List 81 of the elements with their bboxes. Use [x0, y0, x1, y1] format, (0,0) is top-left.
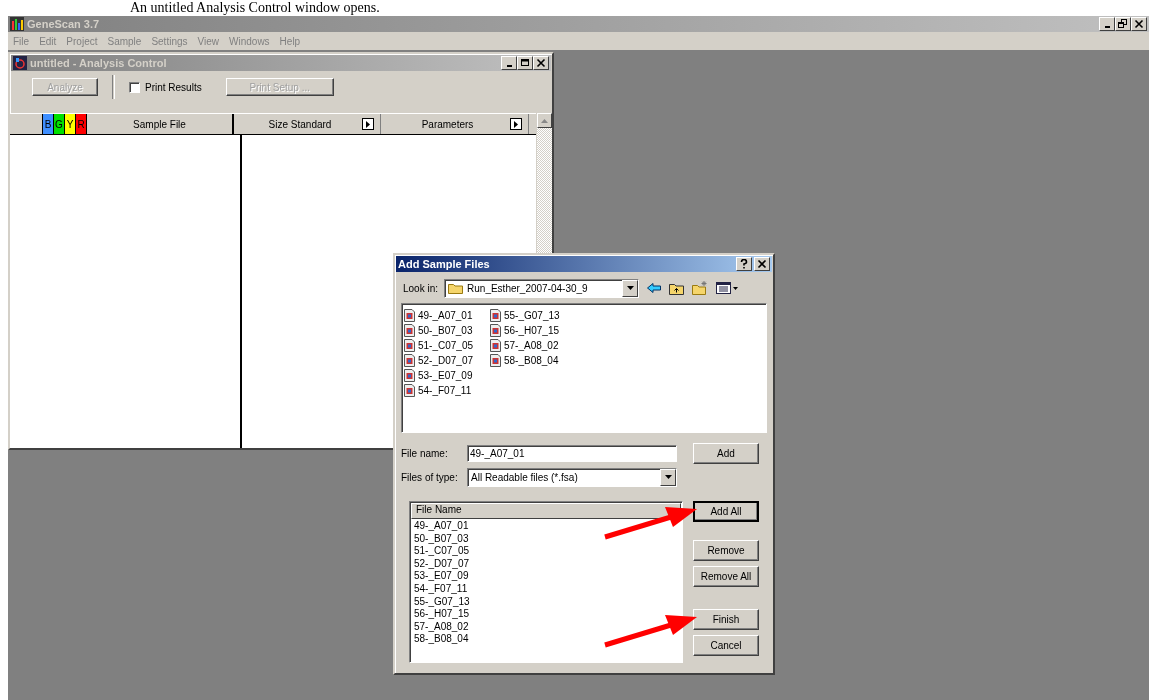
up-triangle-icon	[541, 118, 548, 123]
sample-file-entry[interactable]: 58-_B08_04	[490, 353, 576, 368]
document-icon	[404, 324, 415, 337]
document-icon	[490, 324, 501, 337]
field-label: File name:	[401, 447, 449, 459]
close-icon	[1134, 19, 1144, 29]
window-title: untitled - Analysis Control	[30, 57, 167, 69]
print-results-checkbox[interactable]: Print Results	[129, 81, 202, 93]
folder-icon	[448, 282, 464, 294]
up-folder-icon	[669, 281, 685, 295]
sample-file-entry[interactable]: 55-_G07_13	[490, 308, 576, 323]
list-item[interactable]: 49-_A07_01	[410, 520, 469, 533]
document-icon	[404, 384, 415, 397]
app-icon	[10, 17, 24, 31]
scroll-up-button[interactable]	[537, 113, 552, 128]
restore-icon	[1118, 19, 1128, 29]
dye-label: R	[76, 114, 87, 134]
dialog-button[interactable]: Add All	[693, 501, 759, 522]
document-icon	[404, 339, 415, 352]
minimize-icon	[506, 65, 512, 67]
dialog-button[interactable]: Remove All	[693, 566, 759, 587]
right-triangle-icon	[365, 120, 371, 128]
folder-dropdown[interactable]: Run_Esther_2007-04-30_9	[444, 278, 640, 298]
window-title: Add Sample Files	[398, 258, 490, 270]
field-label: Files of type:	[401, 471, 459, 483]
close-button[interactable]	[754, 257, 770, 271]
column-menu-button[interactable]	[510, 118, 522, 130]
file-type-dropdown[interactable]: All Readable files (*.fsa)	[467, 467, 677, 487]
minimize-button[interactable]	[1099, 17, 1115, 31]
list-item[interactable]: 50-_B07_03	[410, 532, 469, 546]
list-item[interactable]: 52-_D07_07	[410, 557, 470, 571]
sample-file-entry[interactable]: 51-_C07_05	[404, 338, 490, 353]
list-item[interactable]: 56-_H07_15	[410, 608, 470, 621]
document-icon	[404, 309, 415, 322]
close-icon	[757, 259, 767, 269]
list-item[interactable]: 58-_B08_04	[410, 633, 469, 646]
dye-label: Y	[65, 114, 76, 134]
maximize-icon	[520, 58, 530, 68]
list-item[interactable]: 53-_E07_09	[410, 570, 469, 583]
restore-button[interactable]	[1115, 17, 1131, 31]
dye-label: G	[54, 114, 65, 134]
close-button[interactable]	[1131, 17, 1147, 31]
list-item[interactable]: 51-_C07_05	[410, 545, 470, 558]
dye-label: B	[43, 114, 54, 134]
sample-file-entry[interactable]: 54-_F07_11	[404, 383, 490, 398]
window-icon	[13, 56, 27, 70]
column-menu-button[interactable]	[362, 118, 374, 130]
dialog-button[interactable]: Finish	[693, 609, 759, 630]
sample-file-entry[interactable]: 53-_E07_09	[404, 368, 490, 383]
help-button[interactable]	[736, 257, 752, 271]
document-icon	[490, 339, 501, 352]
add-button[interactable]: Add	[693, 442, 759, 464]
document-icon	[404, 369, 415, 382]
column-header[interactable]: Size Standard	[268, 118, 332, 130]
file-name-field[interactable]: 49-_A07_01	[467, 444, 677, 462]
column-header[interactable]: File Name	[411, 503, 681, 519]
window-title: GeneScan 3.7	[27, 18, 100, 30]
caption-text: An untitled Analysis Control window opens.	[129, 0, 381, 16]
back-arrow-icon	[647, 283, 662, 293]
document-icon	[404, 354, 415, 367]
field-label: Look in:	[403, 282, 439, 294]
sample-file-entry[interactable]: 57-_A08_02	[490, 338, 576, 353]
view-menu-icon	[716, 282, 739, 294]
document-icon	[490, 309, 501, 322]
column-header[interactable]: Sample File	[133, 118, 186, 130]
sample-file-entry[interactable]: 52-_D07_07	[404, 353, 490, 368]
sample-file-entry[interactable]: 56-_H07_15	[490, 323, 576, 338]
right-triangle-icon	[513, 120, 519, 128]
help-icon	[739, 259, 749, 269]
list-item[interactable]: 54-_F07_11	[410, 582, 468, 596]
sample-file-entry[interactable]: 50-_B07_03	[404, 323, 490, 338]
new-folder-icon	[692, 281, 709, 295]
dialog-button[interactable]: Cancel	[693, 635, 759, 656]
list-item[interactable]: 57-_A08_02	[410, 620, 469, 634]
document-icon	[490, 354, 501, 367]
column-header[interactable]: Parameters	[421, 118, 474, 130]
list-item[interactable]: 55-_G07_13	[410, 595, 470, 609]
close-icon	[536, 58, 546, 68]
sample-file-entry[interactable]: 49-_A07_01	[404, 308, 490, 323]
minimize-icon	[1104, 26, 1110, 28]
dialog-button[interactable]: Remove	[693, 540, 759, 561]
